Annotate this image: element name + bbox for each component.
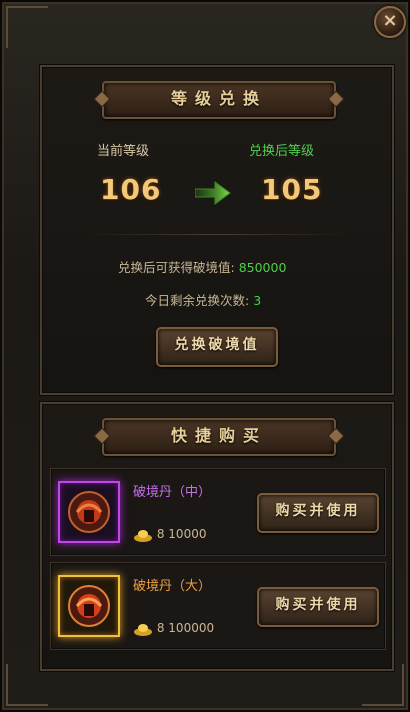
- item-price: 8 10000: [133, 527, 206, 542]
- buy-and-use-button[interactable]: 购买并使用: [257, 493, 379, 533]
- gold-ingot-icon: [134, 529, 152, 542]
- price-value: 10000: [168, 527, 207, 541]
- price-value: 100000: [168, 621, 215, 635]
- frame-corner-tl: [6, 6, 48, 48]
- current-level-label: 当前等级: [97, 144, 150, 159]
- after-level-label: 兑换后等级: [249, 144, 315, 159]
- buy-and-use-button[interactable]: 购买并使用: [257, 587, 379, 627]
- item-name: 破境丹（大）: [133, 579, 212, 594]
- quick-buy-title: 快捷购买: [102, 418, 336, 456]
- level-exchange-panel: 等级兑换 当前等级 兑换后等级 106 105 兑换后可获得破境值: 85000…: [40, 65, 394, 395]
- close-icon: ×: [382, 10, 398, 31]
- exchange-button[interactable]: 兑换破境值: [156, 327, 278, 367]
- pill-icon: [68, 585, 110, 627]
- quick-buy-panel: 快捷购买 破境丹（中） 8 10000 购买并使用 破境丹（大） 8 10000…: [40, 402, 394, 671]
- currency-symbol: 8: [156, 621, 165, 635]
- remaining-value: 3: [253, 293, 262, 308]
- remaining-label: 今日剩余兑换次数:: [145, 293, 250, 308]
- level-exchange-title: 等级兑换: [102, 81, 336, 119]
- reward-label: 兑换后可获得破境值:: [118, 260, 235, 275]
- item-price: 8 100000: [133, 621, 214, 636]
- arrow-right-icon: [195, 181, 231, 205]
- after-level-value: 105: [261, 173, 323, 206]
- item-icon-gold[interactable]: [58, 575, 120, 637]
- currency-symbol: 8: [156, 527, 165, 541]
- pill-icon: [68, 491, 110, 533]
- list-item: 破境丹（大） 8 100000 购买并使用: [50, 562, 386, 650]
- close-button[interactable]: ×: [374, 6, 406, 38]
- gold-ingot-icon: [134, 623, 152, 636]
- item-icon-purple[interactable]: [58, 481, 120, 543]
- divider: [82, 234, 352, 235]
- current-level-value: 106: [100, 173, 162, 206]
- reward-row: 兑换后可获得破境值: 850000: [118, 257, 286, 276]
- item-name: 破境丹（中）: [133, 485, 212, 500]
- level-exchange-window: × 等级兑换 当前等级 兑换后等级 106 105 兑换后可获得破境值: 850…: [0, 0, 410, 712]
- remaining-row: 今日剩余兑换次数: 3: [145, 290, 261, 309]
- list-item: 破境丹（中） 8 10000 购买并使用: [50, 468, 386, 556]
- reward-value: 850000: [238, 260, 287, 275]
